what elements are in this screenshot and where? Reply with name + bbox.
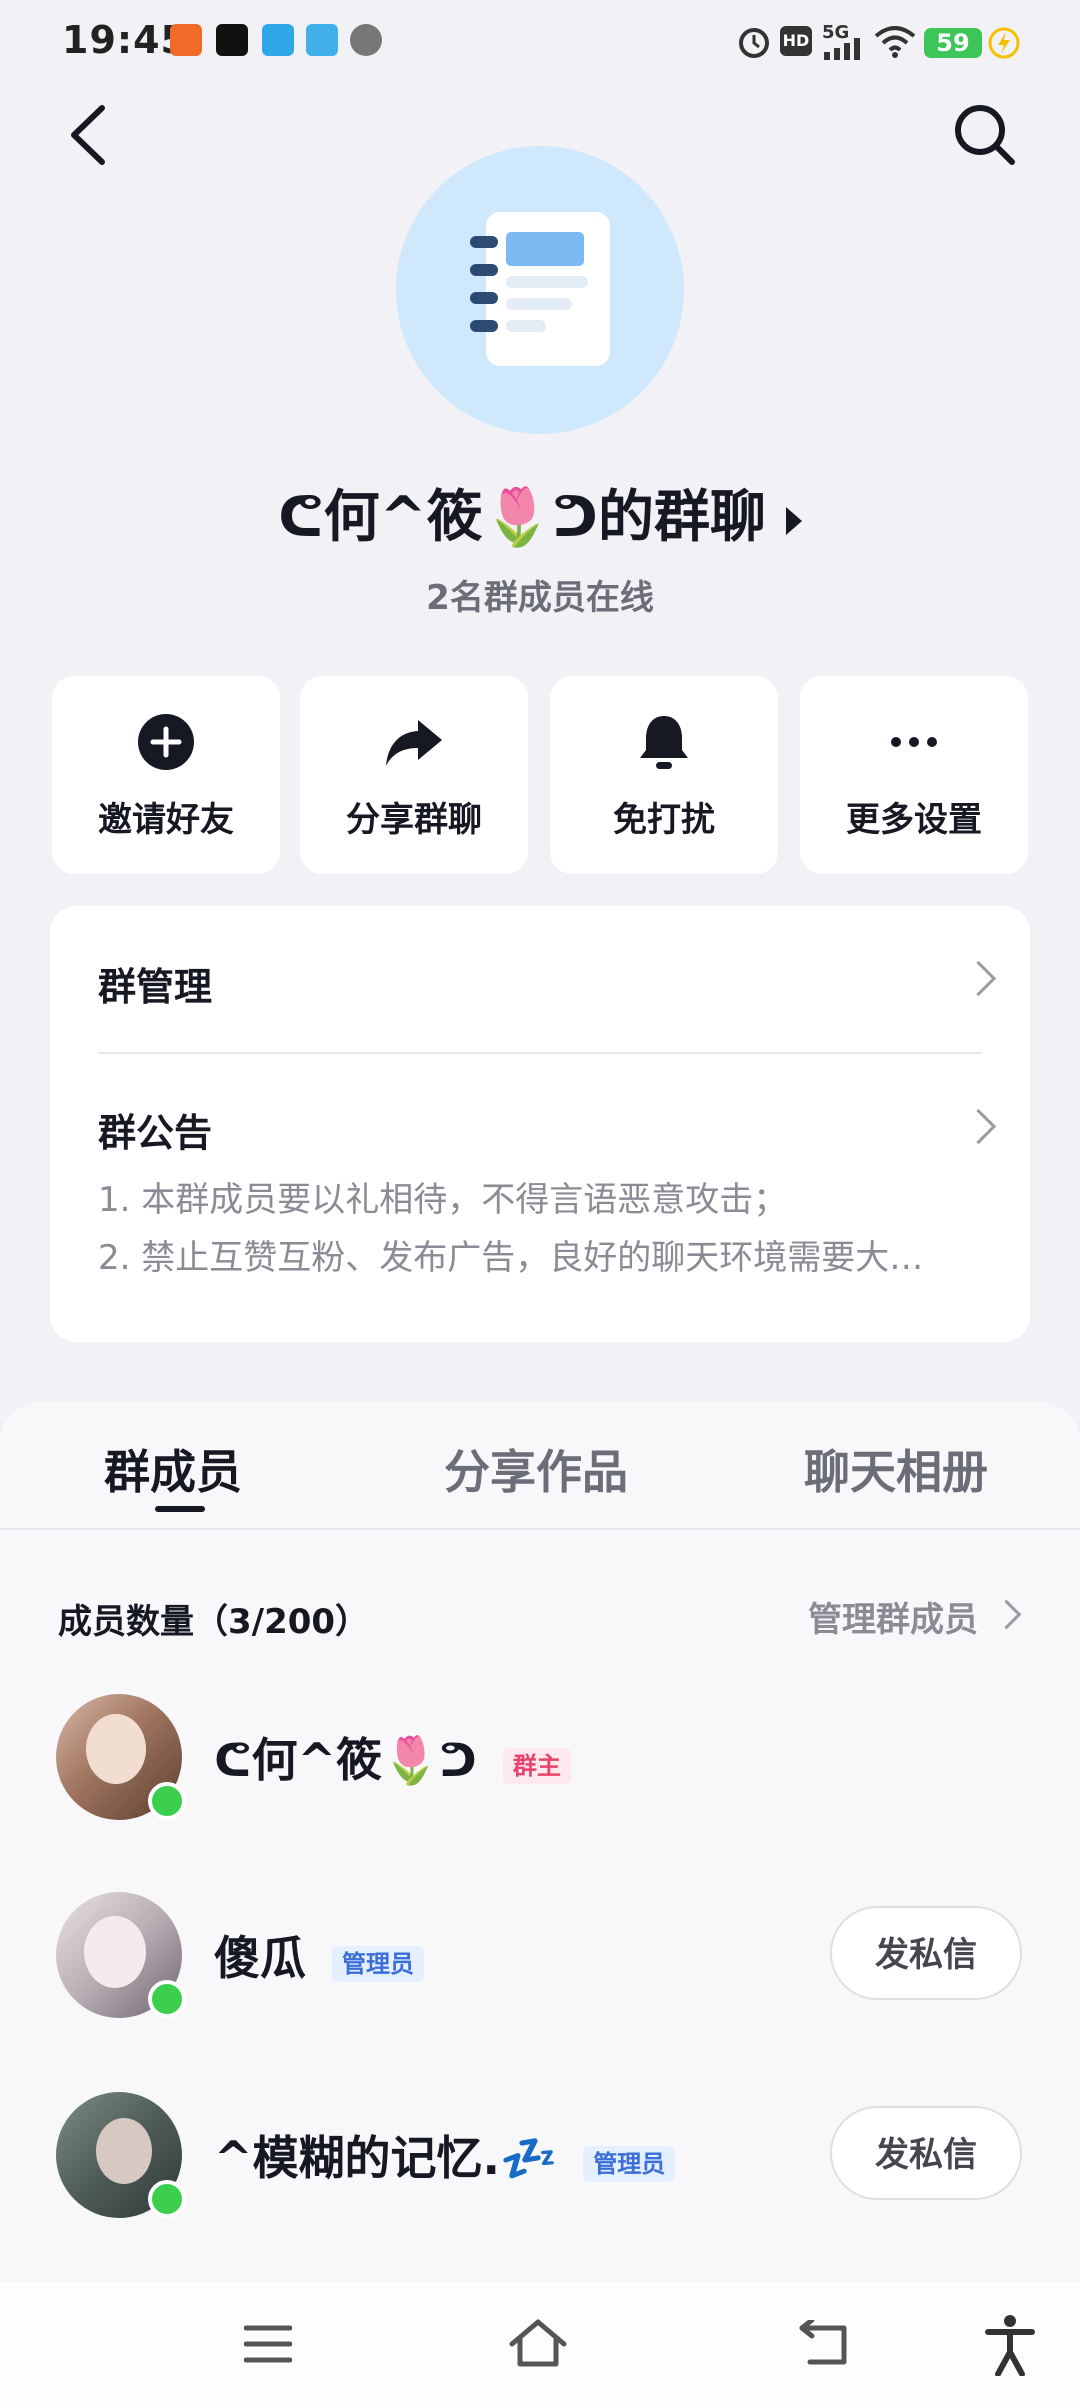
member-row[interactable]: ^模糊的记忆.💤 管理员 发私信 [0, 2080, 1080, 2260]
do-not-disturb-label: 免打扰 [613, 800, 715, 840]
owner-badge: 群主 [502, 1748, 571, 1784]
back-button[interactable] [60, 100, 120, 170]
battery-level: 59 [924, 28, 982, 58]
signal-icon [824, 38, 860, 60]
charging-icon [988, 27, 1020, 59]
online-indicator [148, 1980, 186, 2018]
tab-shared-works[interactable]: 分享作品 [444, 1436, 628, 1502]
notice-line-2: 2. 禁止互赞互粉、发布广告，良好的聊天环境需要大… [98, 1238, 924, 1278]
member-name-text: ^模糊的记忆.💤 [214, 2131, 558, 2185]
search-button[interactable] [950, 100, 1020, 170]
group-notice-row[interactable]: 群公告 1. 本群成员要以礼相待，不得言语恶意攻击； 2. 禁止互赞互粉、发布广… [50, 1054, 1030, 1342]
group-notice-label: 群公告 [98, 1111, 213, 1155]
search-icon [955, 105, 1015, 165]
menu-icon[interactable] [244, 2322, 292, 2366]
member-name: ^模糊的记忆.💤 管理员 [214, 2122, 676, 2188]
do-not-disturb-button[interactable]: 免打扰 [550, 676, 778, 874]
private-message-button[interactable]: 发私信 [830, 1906, 1022, 2000]
hd-icon: HD [780, 26, 812, 56]
accessibility-icon[interactable] [984, 2314, 1036, 2376]
back-nav-icon[interactable] [796, 2320, 852, 2368]
alarm-icon [739, 28, 769, 58]
notebook-icon [470, 212, 610, 366]
group-settings-card: 群管理 群公告 1. 本群成员要以礼相待，不得言语恶意攻击； 2. 禁止互赞互粉… [50, 906, 1030, 1342]
more-settings-label: 更多设置 [846, 800, 982, 840]
online-indicator [148, 1782, 186, 1820]
member-name: ᕦ何^筱🌷ᕤ 群主 [214, 1724, 571, 1790]
manage-members-link[interactable]: 管理群成员 [808, 1592, 978, 1641]
chevron-right-icon [960, 960, 997, 997]
wifi-icon [874, 26, 916, 58]
plus-circle-icon [138, 714, 194, 770]
admin-badge: 管理员 [583, 2146, 676, 2182]
system-nav-bar [0, 2282, 1080, 2408]
chevron-right-icon [960, 1108, 997, 1145]
bell-icon [640, 716, 688, 769]
member-row[interactable]: 傻瓜 管理员 发私信 [0, 1880, 1080, 2060]
chevron-left-icon [71, 105, 105, 165]
member-name: 傻瓜 管理员 [214, 1922, 425, 1988]
member-name-text: 傻瓜 [214, 1931, 306, 1985]
more-settings-button[interactable]: 更多设置 [800, 676, 1028, 874]
group-manage-row[interactable]: 群管理 [50, 906, 1030, 1052]
invite-friends-button[interactable]: 邀请好友 [52, 676, 280, 874]
admin-badge: 管理员 [332, 1946, 425, 1982]
online-indicator [148, 2180, 186, 2218]
app-notification-icon [170, 24, 202, 56]
member-count: 成员数量（3/200） [58, 1602, 370, 1642]
share-group-button[interactable]: 分享群聊 [300, 676, 528, 874]
caret-right-icon [785, 506, 802, 535]
link-notification-icon [350, 24, 382, 56]
share-group-label: 分享群聊 [346, 800, 482, 840]
invite-friends-label: 邀请好友 [98, 800, 234, 840]
more-dots-icon [891, 737, 937, 747]
tiktok-notification-icon [216, 24, 248, 56]
tab-active-indicator [155, 1506, 205, 1512]
notice-line-1: 1. 本群成员要以礼相待，不得言语恶意攻击； [98, 1180, 788, 1220]
member-name-text: ᕦ何^筱🌷ᕤ [214, 1733, 477, 1787]
tab-chat-album[interactable]: 聊天相册 [804, 1436, 988, 1502]
member-row[interactable]: ᕦ何^筱🌷ᕤ 群主 [0, 1680, 1080, 1860]
group-name-text: ᕦ何^筱🌷ᕤ的群聊 [278, 485, 766, 550]
weather-notification-icon [306, 24, 338, 56]
group-manage-label: 群管理 [98, 965, 213, 1009]
private-message-button[interactable]: 发私信 [830, 2106, 1022, 2200]
group-avatar[interactable] [396, 146, 684, 434]
telegram-notification-icon [262, 24, 294, 56]
tabs-divider [0, 1528, 1080, 1530]
share-arrow-icon [386, 720, 442, 766]
group-name[interactable]: ᕦ何^筱🌷ᕤ的群聊 [0, 472, 1080, 553]
tab-members[interactable]: 群成员 [104, 1436, 242, 1502]
online-count: 2名群成员在线 [426, 578, 654, 618]
home-icon[interactable] [508, 2318, 568, 2368]
